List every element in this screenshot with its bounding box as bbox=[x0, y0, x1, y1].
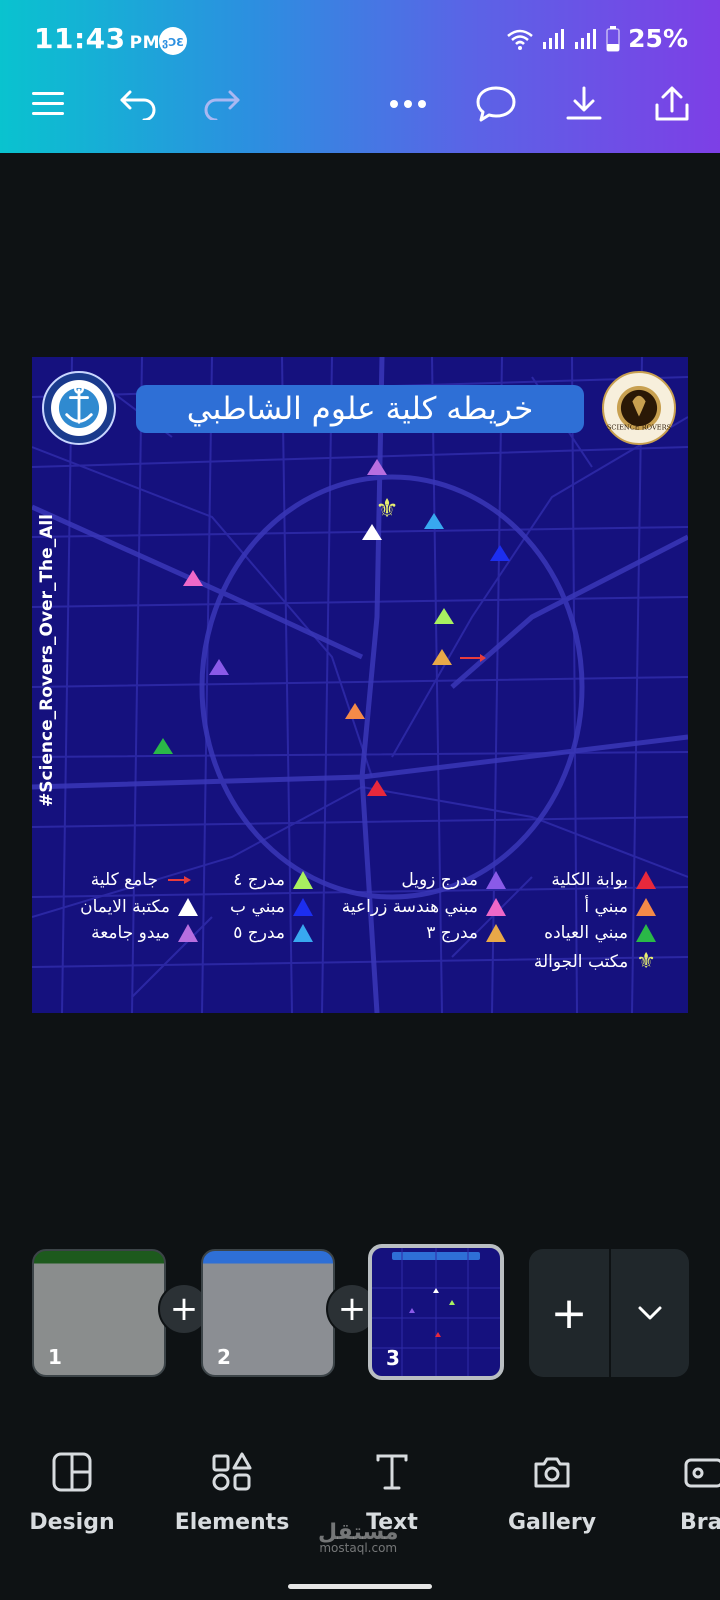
marker-building-b bbox=[490, 545, 510, 561]
marker-zewail-top bbox=[367, 459, 387, 475]
signal-icon-2 bbox=[575, 28, 597, 49]
plus-icon: + bbox=[337, 1289, 367, 1329]
editor-header: 11:43 PM ვƆƐ 25% bbox=[0, 0, 720, 153]
design-icon bbox=[52, 1452, 92, 1492]
amber-triangle-icon bbox=[486, 924, 506, 942]
svg-text:⚜: ⚜ bbox=[375, 494, 398, 524]
legend-agri-eng: مبني هندسة زراعية bbox=[342, 897, 506, 917]
battery-icon bbox=[606, 25, 620, 52]
brand-icon bbox=[684, 1458, 720, 1488]
legend-zewail: مدرج زويل bbox=[401, 870, 506, 890]
svg-text:ვƆƐ: ვƆƐ bbox=[162, 36, 184, 49]
marker-library bbox=[362, 524, 382, 540]
marker-clinic bbox=[153, 738, 173, 754]
redo-button[interactable] bbox=[198, 80, 246, 128]
mostaql-watermark: مستقل mostaql.com bbox=[318, 1520, 399, 1555]
wifi-icon bbox=[507, 29, 533, 50]
legend-clinic: مبني العياده bbox=[544, 923, 656, 943]
comment-button[interactable] bbox=[472, 80, 520, 128]
legend-hall-4: مدرج ٤ bbox=[233, 870, 313, 890]
messaging-app-icon: ვƆƐ bbox=[159, 27, 187, 55]
design-page-canvas[interactable]: SCIENCE ROVERS خريطه كلية علوم الشاطبي #… bbox=[32, 357, 688, 1013]
nav-brand[interactable]: Bran bbox=[642, 1450, 720, 1550]
more-button[interactable] bbox=[384, 80, 432, 128]
share-icon bbox=[655, 86, 689, 121]
green-triangle-icon bbox=[636, 924, 656, 942]
marker-mosque-arrow bbox=[460, 654, 486, 662]
text-icon bbox=[376, 1454, 408, 1490]
light-blue-triangle-icon bbox=[293, 924, 313, 942]
pink-triangle-icon bbox=[486, 898, 506, 916]
page-thumbnail-1[interactable]: 1 bbox=[32, 1249, 166, 1377]
fleur-de-lis-icon: ⚜ bbox=[636, 949, 656, 974]
legend-building-a: مبني أ bbox=[584, 897, 656, 917]
orange-triangle-icon bbox=[636, 898, 656, 916]
legend-gate: بوابة الكلية bbox=[551, 870, 656, 890]
menu-button[interactable] bbox=[24, 80, 72, 128]
signal-icon bbox=[543, 28, 565, 49]
marker-zewail bbox=[209, 659, 229, 675]
purple-triangle-icon bbox=[486, 871, 506, 889]
expand-pages-button[interactable] bbox=[611, 1249, 689, 1377]
legend-rovers-office: ⚜ مكتب الجوالة bbox=[533, 949, 656, 974]
add-page-button[interactable]: + bbox=[529, 1249, 609, 1377]
legend-mosque: جامع كلية bbox=[91, 870, 192, 890]
marker-hall-4 bbox=[434, 608, 454, 624]
nav-elements[interactable]: Elements bbox=[162, 1450, 302, 1550]
marker-building-a bbox=[345, 703, 365, 719]
page-number: 2 bbox=[217, 1345, 231, 1369]
white-triangle-icon bbox=[178, 898, 198, 916]
nav-gallery[interactable]: Gallery bbox=[482, 1450, 622, 1550]
page-thumbnail-3-selected[interactable]: 3 bbox=[368, 1244, 504, 1380]
share-button[interactable] bbox=[648, 80, 696, 128]
legend-medo: ميدو جامعة bbox=[91, 923, 198, 943]
marker-agri-eng bbox=[183, 570, 203, 586]
lime-triangle-icon bbox=[293, 871, 313, 889]
chevron-down-icon bbox=[638, 1306, 662, 1320]
download-button[interactable] bbox=[560, 80, 608, 128]
blue-triangle-icon bbox=[293, 898, 313, 916]
elements-icon bbox=[212, 1452, 252, 1491]
status-indicators: 25% bbox=[506, 24, 688, 53]
more-icon bbox=[390, 100, 426, 108]
marker-gate bbox=[367, 780, 387, 796]
legend-building-b: مبني ب bbox=[230, 897, 313, 917]
status-time: 11:43 PM bbox=[34, 22, 161, 55]
add-page-group: + bbox=[529, 1249, 689, 1377]
legend-library: مكتبة الايمان bbox=[80, 897, 198, 917]
marker-rovers-office: ⚜ bbox=[375, 494, 398, 524]
plus-icon: + bbox=[169, 1289, 199, 1329]
page-thumbnail-2[interactable]: 2 bbox=[201, 1249, 335, 1377]
marker-hall-5 bbox=[424, 513, 444, 529]
legend-hall-3: مدرج ٣ bbox=[426, 923, 506, 943]
violet-triangle-icon bbox=[178, 924, 198, 942]
plus-icon: + bbox=[550, 1287, 588, 1339]
battery-percent: 25% bbox=[628, 24, 688, 53]
marker-hall-3 bbox=[432, 649, 452, 665]
menu-icon bbox=[32, 92, 64, 115]
nav-design[interactable]: Design bbox=[2, 1450, 142, 1550]
redo-icon bbox=[204, 90, 240, 120]
legend-hall-5: مدرج ٥ bbox=[233, 923, 313, 943]
red-triangle-icon bbox=[636, 871, 656, 889]
red-arrow-icon bbox=[168, 876, 191, 884]
page-number: 3 bbox=[386, 1346, 400, 1370]
page-number: 1 bbox=[48, 1345, 62, 1369]
undo-button[interactable] bbox=[114, 80, 162, 128]
undo-icon bbox=[120, 90, 156, 120]
camera-icon bbox=[534, 1457, 570, 1488]
download-icon bbox=[566, 86, 602, 120]
comment-icon bbox=[476, 86, 516, 122]
home-indicator[interactable] bbox=[288, 1584, 432, 1589]
